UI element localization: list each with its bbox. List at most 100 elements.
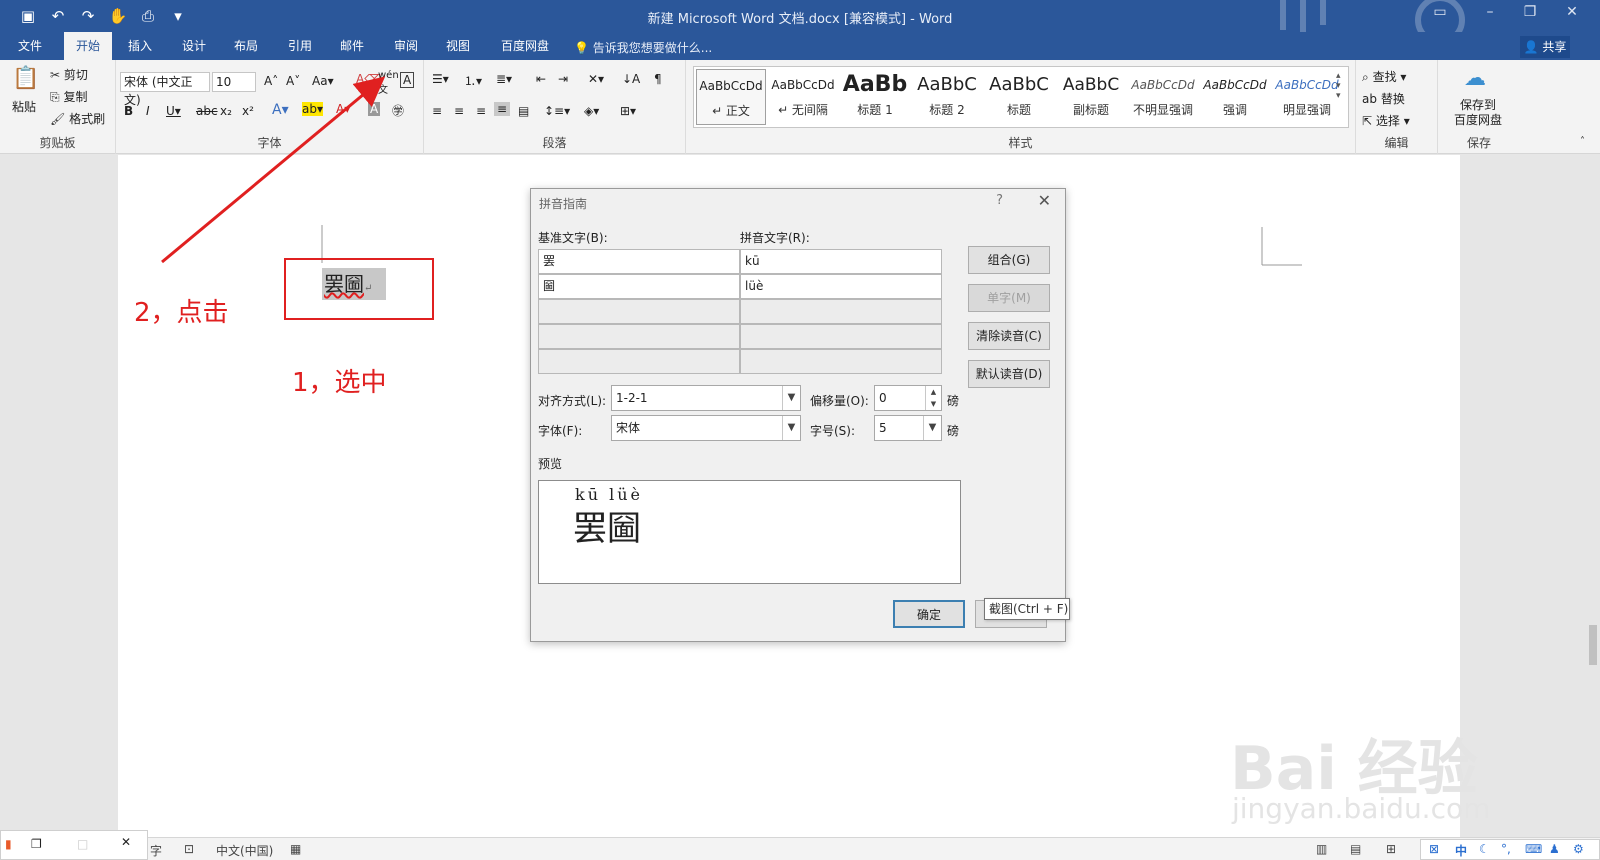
style-item[interactable]: AaBbCcDd ↵ 无间隔 bbox=[768, 69, 838, 125]
ruby-text-field[interactable] bbox=[740, 324, 942, 349]
clear-reading-button[interactable]: 清除读音(C) bbox=[968, 322, 1050, 350]
base-text-field[interactable] bbox=[538, 349, 740, 374]
base-text-field[interactable] bbox=[538, 299, 740, 324]
collapse-ribbon-icon[interactable]: ˄ bbox=[1580, 136, 1585, 147]
maximize-icon[interactable]: □ bbox=[77, 837, 88, 851]
shading-icon[interactable]: ◈▾ bbox=[584, 104, 599, 118]
ruby-text-field[interactable]: lüè bbox=[740, 274, 942, 299]
cut-button[interactable]: ✂ 剪切 bbox=[50, 66, 88, 83]
language-status[interactable]: 中文(中国) bbox=[216, 842, 273, 859]
help-icon[interactable]: ? bbox=[996, 193, 1003, 208]
style-item[interactable]: AaBbC 副标题 bbox=[1056, 69, 1126, 125]
word-count[interactable]: 字 bbox=[150, 842, 162, 859]
close-icon[interactable]: ✕ bbox=[1552, 4, 1592, 28]
enclose-characters-icon[interactable]: ㊫ bbox=[392, 102, 404, 119]
ok-button[interactable]: 确定 bbox=[893, 600, 965, 628]
style-item[interactable]: AaBbCcDd 强调 bbox=[1200, 69, 1270, 125]
baidu-netdisk-icon[interactable]: ☁ bbox=[1464, 66, 1486, 91]
tab-baidu-netdisk[interactable]: 百度网盘 bbox=[490, 32, 560, 60]
paste-button[interactable]: 粘贴 bbox=[12, 98, 36, 115]
styles-gallery: AaBbCcDd ↵ 正文 AaBbCcDd ↵ 无间隔 AaBb 标题 1 AaBb… bbox=[693, 66, 1349, 128]
distributed-icon[interactable]: ▤ bbox=[518, 104, 529, 118]
chinese-layout-icon[interactable]: ✕▾ bbox=[588, 72, 604, 86]
vertical-scrollbar-thumb[interactable] bbox=[1589, 625, 1597, 665]
tell-me-box[interactable]: 💡 告诉我您想要做什么... bbox=[574, 39, 712, 56]
line-spacing-icon[interactable]: ↕≡▾ bbox=[544, 104, 570, 118]
tab-design[interactable]: 设计 bbox=[174, 32, 214, 60]
restore-icon[interactable]: ❐ bbox=[31, 837, 42, 851]
tab-insert[interactable]: 插入 bbox=[120, 32, 160, 60]
style-item[interactable]: AaBbCcDd ↵ 正文 bbox=[696, 69, 766, 125]
italic-icon[interactable]: I bbox=[146, 104, 150, 118]
sort-icon[interactable]: ↓A bbox=[622, 72, 640, 86]
format-painter-button[interactable]: 🖌 格式刷 bbox=[50, 110, 105, 127]
person-icon: 👤 bbox=[1523, 40, 1539, 54]
select-button[interactable]: ⇱ 选择 ▾ bbox=[1362, 112, 1410, 129]
settings-icon[interactable]: ⚙ bbox=[1573, 842, 1584, 856]
show-marks-icon[interactable]: ¶ bbox=[654, 72, 662, 86]
moon-icon[interactable]: ☾ bbox=[1479, 842, 1490, 856]
base-text-field[interactable]: 圙 bbox=[538, 274, 740, 299]
restore-icon[interactable]: ❐ bbox=[1510, 4, 1550, 28]
share-button[interactable]: 👤 共享 bbox=[1520, 36, 1570, 58]
base-text-field[interactable] bbox=[538, 324, 740, 349]
keyboard-icon[interactable]: ⌨ bbox=[1525, 842, 1542, 856]
styles-scroll-icon[interactable]: ▴ ▾ ▾ bbox=[1336, 71, 1341, 101]
multilevel-list-icon[interactable]: ≣▾ bbox=[496, 72, 512, 86]
align-left-icon[interactable]: ≡ bbox=[432, 104, 442, 118]
replace-button[interactable]: ab 替换 bbox=[1362, 90, 1405, 107]
justify-icon[interactable]: ≡ bbox=[494, 102, 511, 116]
proofing-icon[interactable]: ⊡ bbox=[184, 842, 194, 856]
default-reading-button[interactable]: 默认读音(D) bbox=[968, 360, 1050, 388]
save-to-netdisk-button[interactable]: 保存到 百度网盘 bbox=[1454, 98, 1502, 128]
font-select[interactable]: 宋体 ▼ bbox=[611, 415, 801, 441]
tab-mailings[interactable]: 邮件 bbox=[332, 32, 372, 60]
user-icon[interactable]: ♟ bbox=[1549, 842, 1560, 856]
mono-button[interactable]: 单字(M) bbox=[968, 284, 1050, 312]
offset-stepper[interactable]: 0 ▲ ▼ bbox=[874, 385, 942, 411]
find-button[interactable]: ⌕ 查找 ▾ bbox=[1362, 68, 1406, 85]
close-icon[interactable]: ✕ bbox=[121, 835, 131, 849]
decrease-indent-icon[interactable]: ⇤ bbox=[536, 72, 546, 86]
tab-review[interactable]: 审阅 bbox=[386, 32, 426, 60]
print-layout-icon[interactable]: ▤ bbox=[1350, 842, 1361, 856]
macro-icon[interactable]: ▦ bbox=[290, 842, 301, 856]
style-item[interactable]: AaBb 标题 1 bbox=[840, 69, 910, 125]
group-button[interactable]: 组合(G) bbox=[968, 246, 1050, 274]
size-select[interactable]: 5 ▼ bbox=[874, 415, 942, 441]
tab-layout[interactable]: 布局 bbox=[226, 32, 266, 60]
borders-icon[interactable]: ⊞▾ bbox=[620, 104, 636, 118]
tab-view[interactable]: 视图 bbox=[438, 32, 478, 60]
tab-home[interactable]: 开始 bbox=[64, 32, 112, 60]
close-icon[interactable]: ✕ bbox=[1038, 191, 1051, 210]
align-right-icon[interactable]: ≡ bbox=[476, 104, 486, 118]
character-border-icon[interactable]: A bbox=[400, 72, 415, 88]
copy-button[interactable]: ⎘ 复制 bbox=[50, 88, 87, 105]
numbering-icon[interactable]: ⒈▾ bbox=[464, 72, 482, 89]
screenshot-tool-icon[interactable]: ⊠ bbox=[1429, 842, 1439, 856]
style-item[interactable]: AaBbCcDd 不明显强调 bbox=[1128, 69, 1198, 125]
paste-icon[interactable]: 📋 bbox=[12, 66, 39, 91]
punctuation-icon[interactable]: °, bbox=[1501, 842, 1511, 856]
ime-indicator[interactable]: 中 bbox=[1455, 842, 1467, 859]
web-layout-icon[interactable]: ⊞ bbox=[1386, 842, 1396, 856]
minimize-icon[interactable]: – bbox=[1470, 4, 1510, 28]
ruby-text-field[interactable] bbox=[740, 349, 942, 374]
style-item[interactable]: AaBbC 标题 2 bbox=[912, 69, 982, 125]
bold-icon[interactable]: B bbox=[124, 104, 133, 118]
tab-file[interactable]: 文件 bbox=[10, 32, 50, 60]
align-center-icon[interactable]: ≡ bbox=[454, 104, 464, 118]
increase-indent-icon[interactable]: ⇥ bbox=[558, 72, 568, 86]
alignment-select[interactable]: 1-2-1 ▼ bbox=[611, 385, 801, 411]
styles-label: 样式 bbox=[1008, 136, 1033, 150]
tab-references[interactable]: 引用 bbox=[280, 32, 320, 60]
ruby-text-field[interactable] bbox=[740, 299, 942, 324]
base-text-field[interactable]: 罢 bbox=[538, 249, 740, 274]
ruby-text-field[interactable]: kū bbox=[740, 249, 942, 274]
ribbon-display-icon[interactable]: ▭ bbox=[1420, 4, 1460, 28]
style-item[interactable]: AaBbC 标题 bbox=[984, 69, 1054, 125]
taskbar-thumbnail[interactable]: ▮ ❐ □ ✕ bbox=[0, 830, 148, 860]
bullets-icon[interactable]: ☰▾ bbox=[432, 72, 449, 86]
style-item[interactable]: AaBbCcDd 明显强调 bbox=[1272, 69, 1342, 125]
read-mode-icon[interactable]: ▥ bbox=[1316, 842, 1327, 856]
